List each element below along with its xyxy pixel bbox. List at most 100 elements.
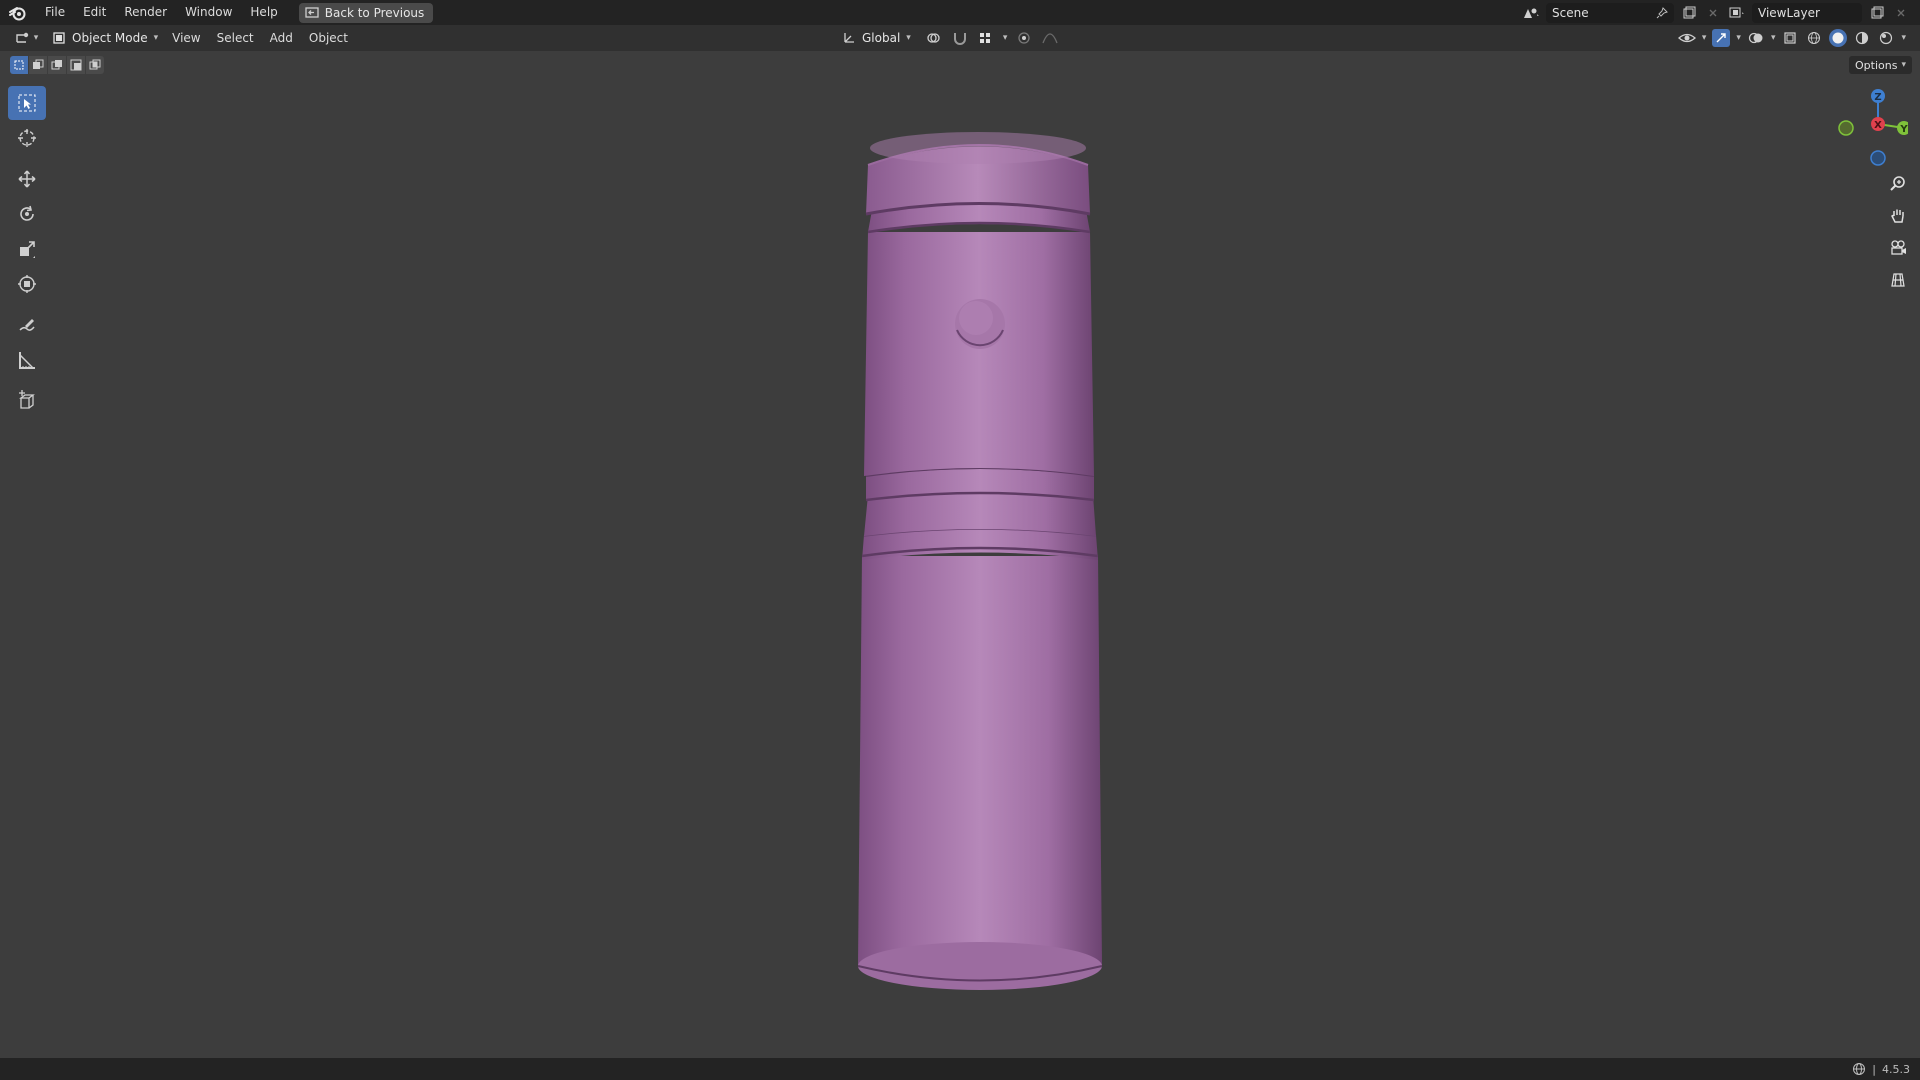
blender-window: File Edit Render Window Help Back to Pre… — [0, 0, 1920, 1080]
top-right-controls: Scene ViewLayer — [1522, 0, 1920, 25]
viewport-display-controls: ▾ ▾ ▾ ▾ — [1677, 27, 1906, 49]
proportional-editing-icon[interactable] — [1015, 29, 1033, 47]
pan-hand-icon[interactable] — [1886, 204, 1910, 228]
navigation-gizmo[interactable]: Z Y X — [1818, 86, 1911, 170]
tool-shelf — [8, 86, 48, 419]
network-globe-icon — [1853, 1063, 1866, 1075]
pin-icon[interactable] — [1656, 6, 1668, 19]
top-bar: File Edit Render Window Help Back to Pre… — [0, 0, 1920, 25]
snap-icon[interactable] — [951, 29, 969, 47]
selection-mode-group — [10, 56, 104, 74]
menu-select[interactable]: Select — [209, 27, 262, 49]
menu-object[interactable]: Object — [301, 27, 356, 49]
viewlayer-selector[interactable]: ViewLayer — [1752, 2, 1862, 23]
menu-file[interactable]: File — [36, 0, 74, 25]
svg-text:X: X — [1874, 120, 1882, 131]
perspective-grid-icon[interactable] — [1886, 268, 1910, 292]
solid-shading-icon[interactable] — [1829, 29, 1848, 47]
chevron-down-icon: ▾ — [906, 33, 911, 43]
blender-version: 4.5.3 — [1882, 1062, 1910, 1076]
delete-viewlayer-icon[interactable] — [1892, 4, 1910, 22]
chevron-down-icon: ▾ — [153, 33, 159, 43]
svg-text:Y: Y — [1899, 124, 1908, 135]
select-extend-icon[interactable] — [29, 56, 47, 74]
menu-help[interactable]: Help — [241, 0, 286, 25]
annotate-pencil-icon — [19, 319, 35, 331]
zoom-magnifier-icon[interactable] — [1886, 172, 1910, 196]
move-icon — [18, 170, 36, 188]
scene-name: Scene — [1552, 5, 1589, 20]
gizmo-toggle-icon[interactable] — [1712, 29, 1731, 47]
add-cube-icon — [19, 390, 35, 409]
viewport-object-cylinder[interactable] — [0, 0, 1920, 1080]
select-box-tool[interactable] — [8, 86, 46, 120]
back-to-previous-label: Back to Previous — [324, 5, 425, 20]
visibility-eye-icon[interactable] — [1677, 29, 1696, 47]
rotate-icon — [20, 205, 34, 221]
camera-view-icon[interactable] — [1886, 236, 1910, 260]
object-mode-select[interactable]: Object Mode ▾ — [46, 27, 164, 49]
falloff-curve-icon[interactable] — [1041, 29, 1059, 47]
menu-render[interactable]: Render — [115, 0, 176, 25]
menu-edit[interactable]: Edit — [74, 0, 115, 25]
screen-back-icon — [305, 6, 319, 18]
menu-add[interactable]: Add — [262, 27, 301, 49]
chevron-down-icon: ▾ — [33, 33, 39, 43]
3d-viewport-icon — [16, 32, 28, 43]
transform-tool[interactable] — [8, 267, 46, 301]
new-viewlayer-icon[interactable] — [1868, 4, 1886, 22]
rendered-shading-icon[interactable] — [1877, 29, 1895, 47]
status-separator: | — [1872, 1062, 1876, 1076]
viewport-header: ▾ Object Mode ▾ View Select Add Object G… — [0, 25, 1920, 51]
material-preview-icon[interactable] — [1853, 29, 1871, 47]
editor-type-selector[interactable]: ▾ — [6, 27, 46, 49]
status-bar: | 4.5.3 — [0, 1058, 1920, 1080]
transform-controls: Global ▾ ▾ — [836, 27, 1059, 49]
select-new-icon[interactable] — [10, 56, 28, 74]
chevron-down-icon: ▾ — [1901, 33, 1906, 43]
rotate-tool[interactable] — [8, 197, 46, 231]
chevron-down-icon: ▾ — [1701, 33, 1707, 43]
chevron-down-icon: ▾ — [1002, 33, 1008, 43]
viewlayer-browser-icon[interactable] — [1728, 4, 1746, 22]
annotate-tool[interactable] — [8, 308, 46, 342]
chevron-down-icon: ▾ — [1770, 33, 1776, 43]
menu-window[interactable]: Window — [176, 0, 241, 25]
gizmo-neg-y-handle — [1838, 120, 1854, 136]
options-dropdown[interactable]: Options ▾ — [1849, 56, 1912, 74]
delete-scene-icon[interactable] — [1704, 4, 1722, 22]
new-scene-icon[interactable] — [1680, 4, 1698, 22]
svg-text:Z: Z — [1874, 92, 1881, 103]
scale-tool[interactable] — [8, 232, 46, 266]
object-mode-label: Object Mode — [72, 31, 148, 45]
chevron-down-icon: ▾ — [1736, 33, 1741, 43]
transform-orientation-select[interactable]: Global ▾ — [836, 27, 917, 49]
add-cube-tool[interactable] — [8, 384, 46, 418]
transform-icon — [18, 275, 36, 293]
menu-view[interactable]: View — [164, 27, 208, 49]
select-intersect-icon[interactable] — [86, 56, 104, 74]
wireframe-shading-icon[interactable] — [1805, 29, 1823, 47]
scene-selector[interactable]: Scene — [1546, 2, 1674, 23]
orientation-axes-icon — [844, 33, 854, 43]
select-invert-icon[interactable] — [67, 56, 85, 74]
pivot-point-icon[interactable] — [925, 29, 943, 47]
measure-ruler-icon — [19, 352, 35, 369]
select-subtract-icon[interactable] — [48, 56, 66, 74]
blender-logo-icon[interactable] — [0, 0, 36, 25]
scale-icon — [20, 241, 35, 258]
move-tool[interactable] — [8, 162, 46, 196]
object-mode-icon — [53, 32, 65, 44]
gizmo-neg-z-handle — [1870, 150, 1886, 166]
cursor-tool[interactable] — [8, 121, 46, 155]
scene-browser-icon[interactable] — [1522, 4, 1540, 22]
measure-tool[interactable] — [8, 343, 46, 377]
options-label: Options — [1855, 58, 1898, 72]
xray-toggle-icon[interactable] — [1781, 29, 1799, 47]
snap-target-icon[interactable] — [977, 29, 995, 47]
cursor-icon — [18, 129, 36, 147]
navigation-buttons — [1886, 172, 1910, 292]
back-to-previous-button[interactable]: Back to Previous — [298, 2, 434, 23]
chevron-down-icon: ▾ — [1901, 60, 1906, 70]
overlays-icon[interactable] — [1747, 29, 1765, 47]
